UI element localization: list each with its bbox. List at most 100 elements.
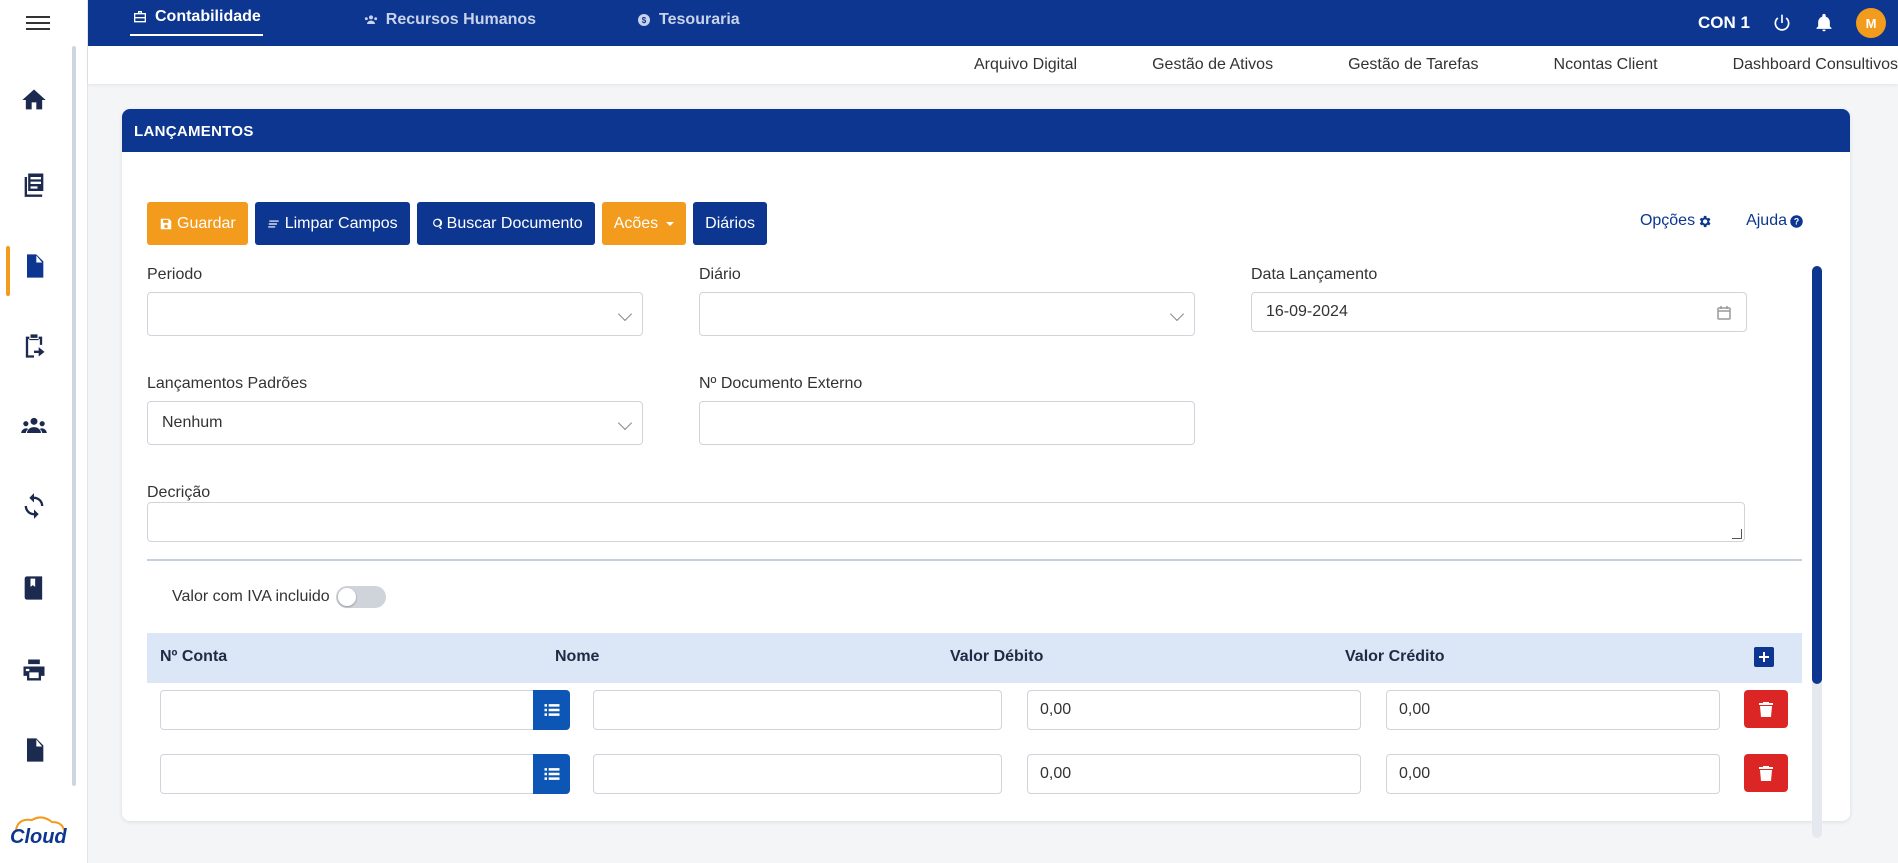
link-ncontas-client[interactable]: Ncontas Client: [1554, 56, 1658, 74]
toolbar: Guardar Limpar Campos Buscar Documento A…: [147, 202, 767, 245]
clipboard-export-icon[interactable]: [18, 330, 50, 362]
tab-tesouraria[interactable]: $ Tesouraria: [636, 0, 740, 40]
home-icon[interactable]: [18, 84, 50, 116]
chevron-down-icon: [617, 415, 633, 431]
credito-input[interactable]: 0,00: [1386, 754, 1720, 794]
printer-icon[interactable]: [18, 654, 50, 686]
svg-text:$: $: [642, 16, 647, 25]
menu-icon[interactable]: [26, 12, 50, 32]
credito-value: 0,00: [1399, 701, 1431, 718]
content-scrollbar[interactable]: [1812, 266, 1822, 838]
sidebar-scrollbar[interactable]: [72, 46, 76, 786]
acoes-label: Acões: [613, 214, 659, 232]
logo-text: Cloud: [10, 826, 67, 848]
svg-text:?: ?: [1794, 216, 1799, 226]
opcoes-link[interactable]: Opções: [1640, 212, 1712, 230]
table-row: 0,00 0,00: [147, 690, 1802, 730]
scrollbar-thumb[interactable]: [1812, 266, 1822, 684]
conta-input[interactable]: [160, 690, 535, 730]
debito-value: 0,00: [1040, 765, 1072, 782]
link-arquivo-digital[interactable]: Arquivo Digital: [974, 56, 1077, 74]
opcoes-label: Opções: [1639, 212, 1696, 229]
descricao-textarea[interactable]: [147, 502, 1745, 542]
buscar-documento-button[interactable]: Buscar Documento: [416, 202, 595, 245]
tab-contabilidade[interactable]: Contabilidade: [130, 0, 263, 36]
iva-toggle-group: Valor com IVA incluido: [172, 586, 386, 608]
journal-icon[interactable]: [18, 168, 50, 200]
iva-label: Valor com IVA incluido: [172, 588, 330, 605]
iva-toggle[interactable]: [335, 586, 386, 608]
ajuda-link[interactable]: Ajuda ?: [1746, 212, 1804, 230]
sub-nav-links: Arquivo Digital Gestão de Ativos Gestão …: [899, 46, 1898, 84]
diario-label: Diário: [699, 266, 741, 283]
descricao-label: Decrição: [147, 484, 211, 501]
periodo-select[interactable]: [147, 292, 643, 336]
sync-icon[interactable]: [18, 490, 50, 522]
bell-icon[interactable]: [1814, 13, 1834, 33]
power-icon[interactable]: [1772, 13, 1792, 33]
users-icon: [364, 15, 377, 24]
list-icon: [544, 768, 559, 780]
save-icon: [160, 218, 172, 229]
delete-row-button[interactable]: [1744, 754, 1788, 792]
briefcase-icon: [134, 11, 146, 23]
data-lancamento-input[interactable]: 16-09-2024: [1251, 292, 1747, 332]
guardar-label: Guardar: [177, 214, 236, 232]
diarios-button[interactable]: Diários: [693, 202, 767, 245]
link-gestao-ativos[interactable]: Gestão de Ativos: [1152, 56, 1273, 74]
limpar-campos-label: Limpar Campos: [284, 214, 398, 232]
user-code[interactable]: CON 1: [1698, 13, 1750, 33]
sub-nav: Arquivo Digital Gestão de Ativos Gestão …: [88, 46, 1898, 84]
limpar-campos-button[interactable]: Limpar Campos: [254, 202, 410, 245]
search-icon: [432, 218, 442, 229]
list-icon: [544, 704, 559, 716]
top-right-controls: CON 1 M: [1698, 0, 1886, 46]
book-icon[interactable]: [18, 572, 50, 604]
calendar-icon[interactable]: [1716, 305, 1732, 321]
eraser-icon: [267, 220, 279, 227]
diario-select[interactable]: [699, 292, 1195, 336]
lancamentos-padroes-label: Lançamentos Padrões: [147, 375, 308, 392]
header-debito: Valor Débito: [950, 648, 1044, 665]
lancamentos-padroes-select[interactable]: Nenhum: [147, 401, 643, 445]
caret-down-icon: [666, 221, 675, 226]
resize-handle[interactable]: [1732, 529, 1742, 539]
delete-row-button[interactable]: [1744, 690, 1788, 728]
header-credito: Valor Crédito: [1345, 648, 1445, 665]
card-title: LANÇAMENTOS: [122, 109, 1850, 152]
add-row-button[interactable]: [1754, 647, 1774, 667]
chevron-down-icon: [617, 306, 633, 322]
link-gestao-tarefas[interactable]: Gestão de Tarefas: [1348, 56, 1478, 74]
trash-icon: [1759, 702, 1773, 717]
link-dashboard-consultivos[interactable]: Dashboard Consultivos: [1733, 56, 1898, 74]
document-icon[interactable]: [18, 250, 50, 282]
table-row: 0,00 0,00: [147, 754, 1802, 794]
nome-input[interactable]: [593, 754, 1002, 794]
team-icon[interactable]: [18, 410, 50, 442]
card-links: Opções Ajuda ?: [1640, 212, 1804, 230]
help-icon: ?: [1790, 214, 1803, 228]
conta-list-button[interactable]: [533, 754, 570, 794]
nome-input[interactable]: [593, 690, 1002, 730]
conta-input[interactable]: [160, 754, 535, 794]
tab-label: Tesouraria: [659, 11, 740, 28]
chevron-down-icon: [1169, 306, 1185, 322]
credito-value: 0,00: [1399, 765, 1431, 782]
buscar-documento-label: Buscar Documento: [446, 214, 583, 232]
debito-input[interactable]: 0,00: [1027, 754, 1361, 794]
doc-externo-input[interactable]: [699, 401, 1195, 445]
file-text-icon[interactable]: [18, 734, 50, 766]
conta-list-button[interactable]: [533, 690, 570, 730]
credito-input[interactable]: 0,00: [1386, 690, 1720, 730]
debito-input[interactable]: 0,00: [1027, 690, 1361, 730]
guardar-button[interactable]: Guardar: [147, 202, 248, 245]
ajuda-label: Ajuda: [1746, 212, 1787, 229]
acoes-dropdown[interactable]: Acões: [601, 202, 687, 245]
sidebar-active-indicator: [6, 246, 10, 296]
top-bar: Contabilidade Recursos Humanos $ Tesoura…: [88, 0, 1898, 46]
tab-recursos-humanos[interactable]: Recursos Humanos: [363, 0, 536, 40]
data-lancamento-value: 16-09-2024: [1266, 303, 1348, 320]
periodo-label: Periodo: [147, 266, 203, 283]
avatar[interactable]: M: [1856, 8, 1886, 38]
top-nav: Contabilidade Recursos Humanos $ Tesoura…: [130, 0, 840, 46]
